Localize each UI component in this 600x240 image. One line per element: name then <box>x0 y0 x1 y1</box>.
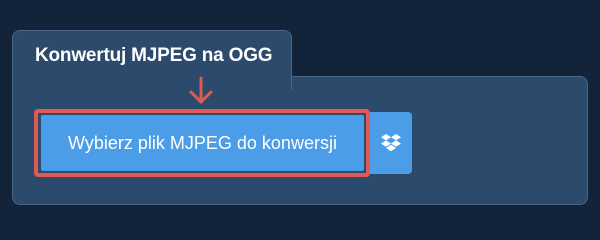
converter-tab: Konwertuj MJPEG na OGG <box>12 30 292 90</box>
converter-title: Konwertuj MJPEG na OGG <box>35 45 273 66</box>
choose-file-button[interactable]: Wybierz plik MJPEG do konwersji <box>41 115 364 171</box>
arrow-down-icon <box>189 76 213 104</box>
dropbox-button[interactable] <box>370 112 412 174</box>
dropbox-icon <box>381 134 401 152</box>
